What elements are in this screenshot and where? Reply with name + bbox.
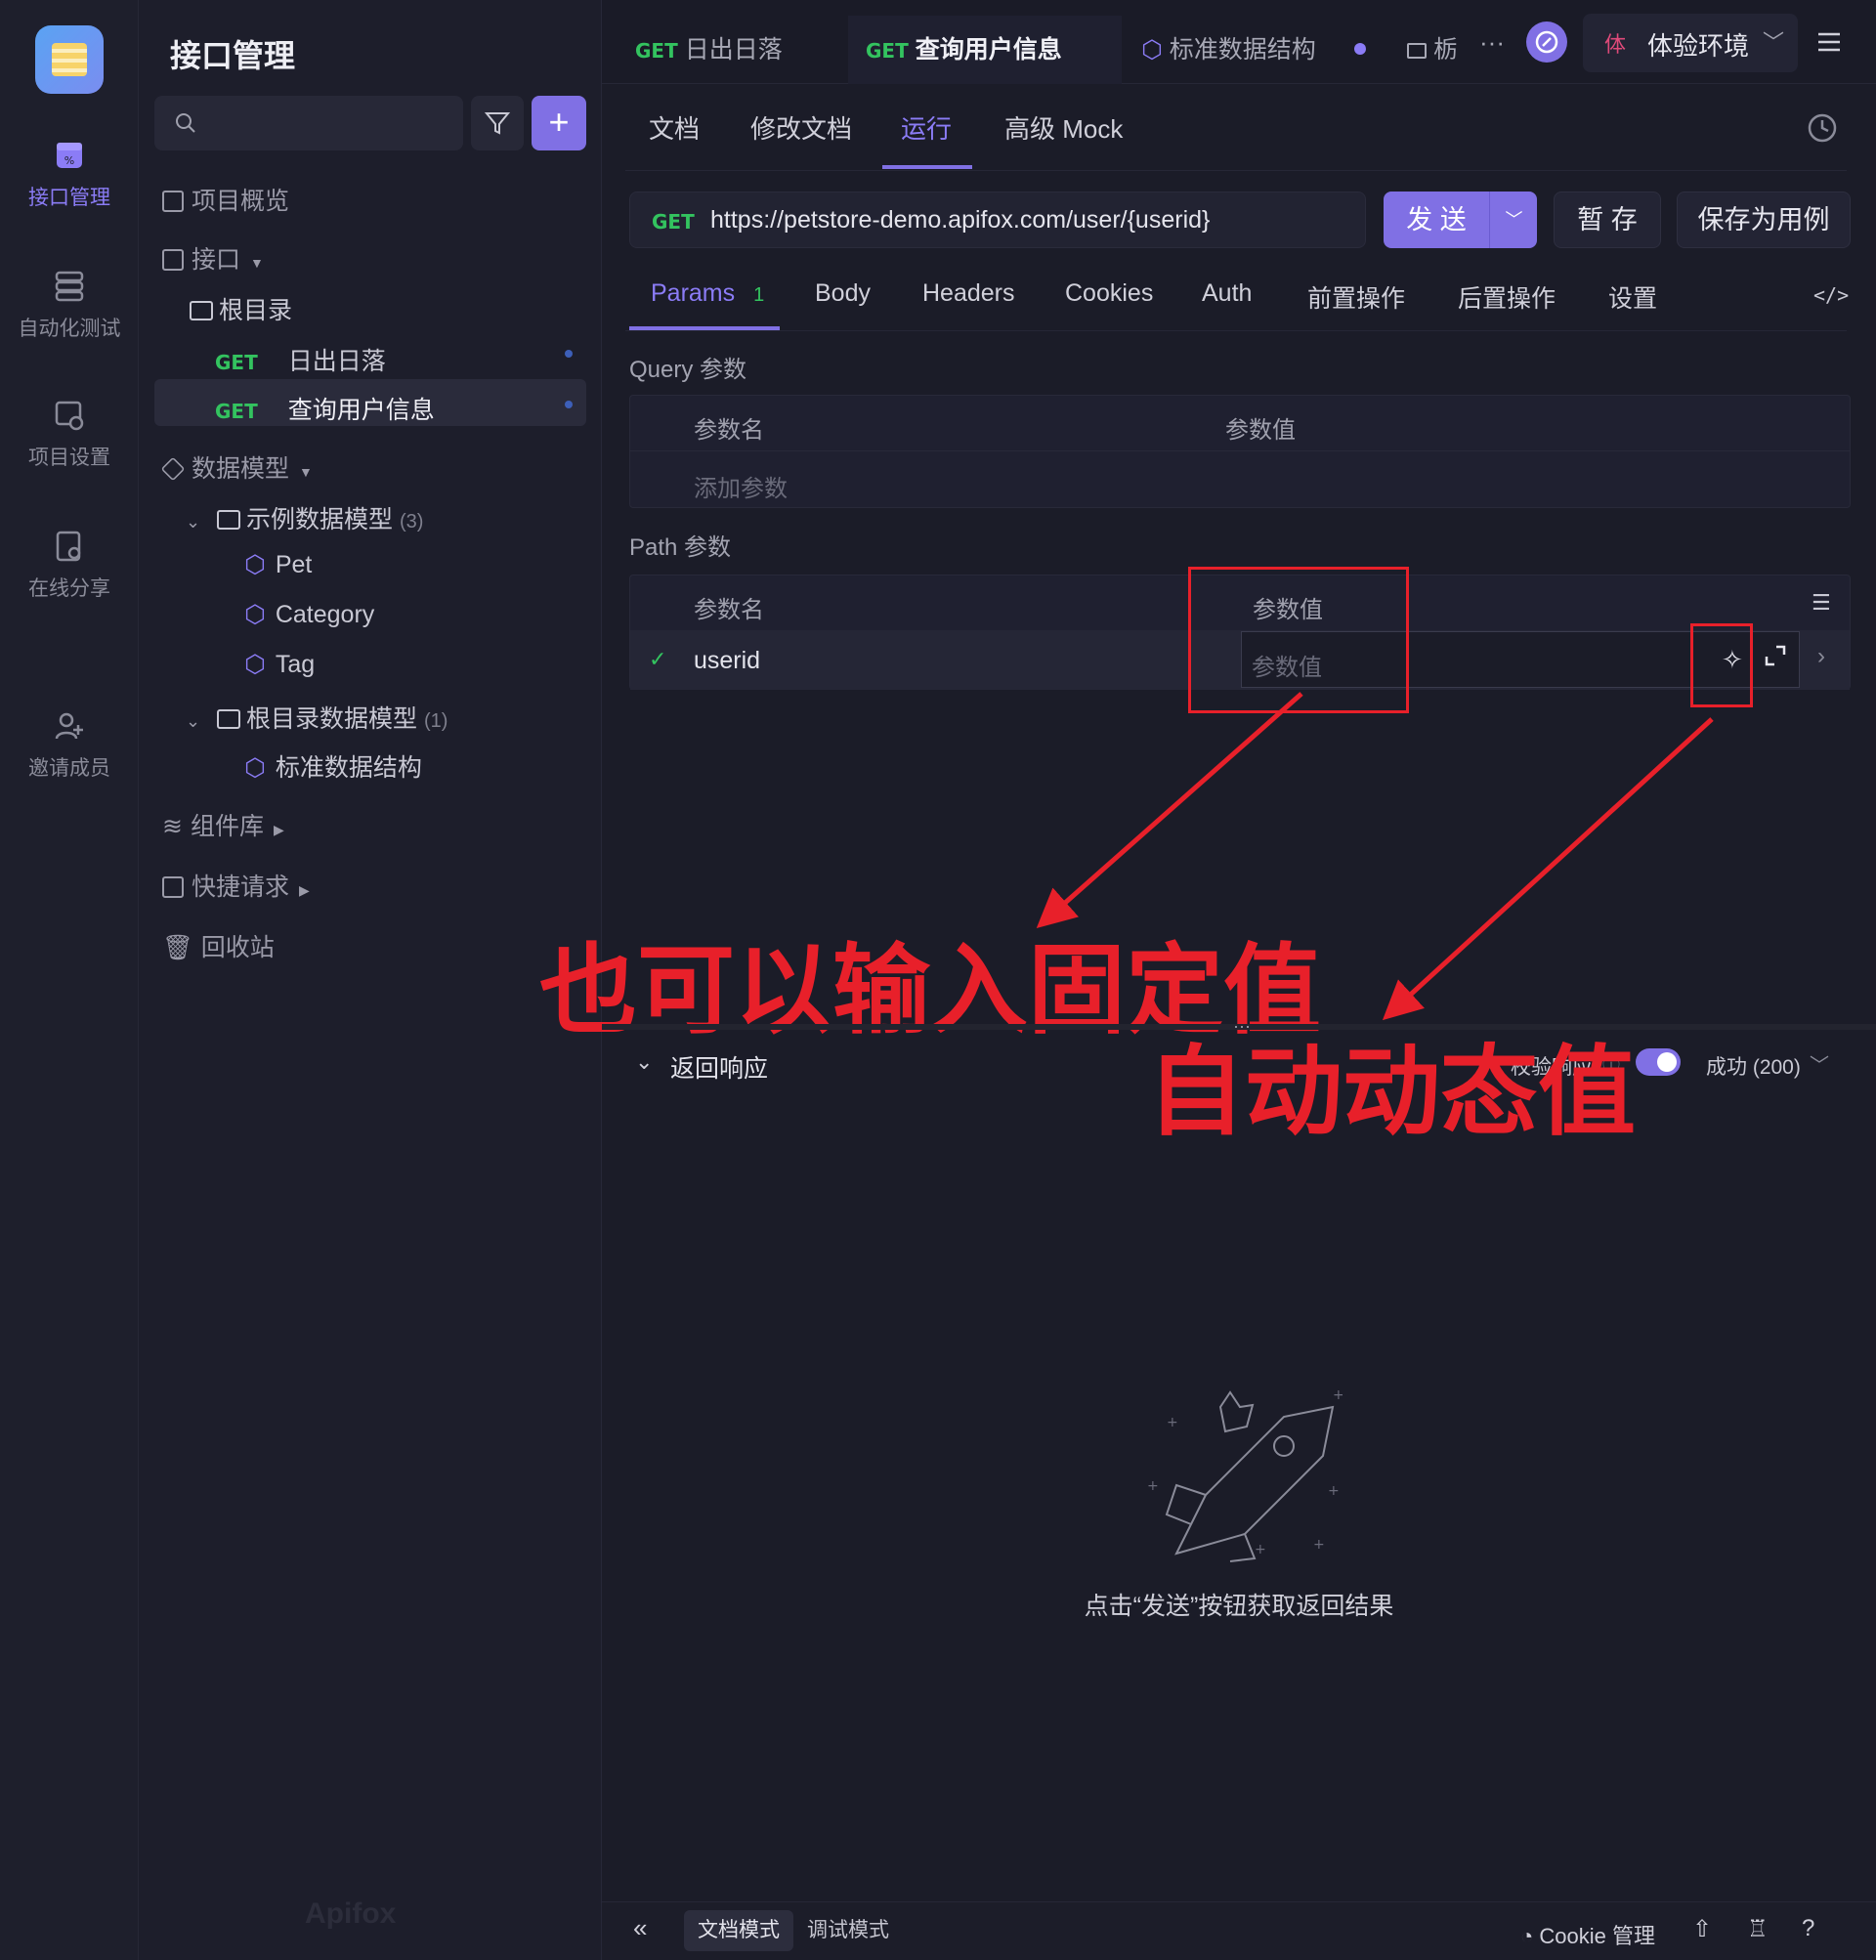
validate-toggle[interactable]	[1636, 1048, 1681, 1076]
svg-text:+: +	[1313, 1537, 1325, 1553]
chevron-down-icon[interactable]: ﹀	[1810, 1049, 1829, 1078]
cookie-icon: ◔	[1520, 1924, 1534, 1948]
annotation-dynamic-value: 自动动态值	[1147, 1035, 1636, 1149]
doc-mode-button[interactable]: 文档模式	[684, 1910, 793, 1951]
upload-icon[interactable]: ⇧	[1692, 1915, 1712, 1943]
collapse-sidebar-icon[interactable]: «	[633, 1913, 647, 1943]
response-title[interactable]: 返回响应	[670, 1049, 768, 1085]
svg-text:+: +	[1147, 1478, 1159, 1494]
help-circle-icon[interactable]: ?	[1802, 1915, 1814, 1942]
chevron-down-icon[interactable]: ⌄	[635, 1049, 653, 1075]
svg-text:+: +	[1255, 1542, 1266, 1557]
response-status-select[interactable]: 成功 (200)	[1706, 1051, 1801, 1081]
cookie-manager-button[interactable]: ◔ Cookie 管理	[1520, 1919, 1655, 1950]
debug-mode-button[interactable]: 调试模式	[793, 1910, 903, 1951]
rocket-fox-illustration: + + + + + +	[1147, 1387, 1343, 1562]
empty-response-hint: 点击“发送”按钮获取返回结果	[1084, 1593, 1394, 1620]
svg-text:+: +	[1328, 1483, 1340, 1499]
svg-text:+: +	[1167, 1415, 1178, 1430]
shirt-icon[interactable]: ♖	[1747, 1915, 1769, 1943]
brand-watermark: Apifox	[305, 1897, 397, 1930]
svg-text:+: +	[1333, 1387, 1343, 1403]
